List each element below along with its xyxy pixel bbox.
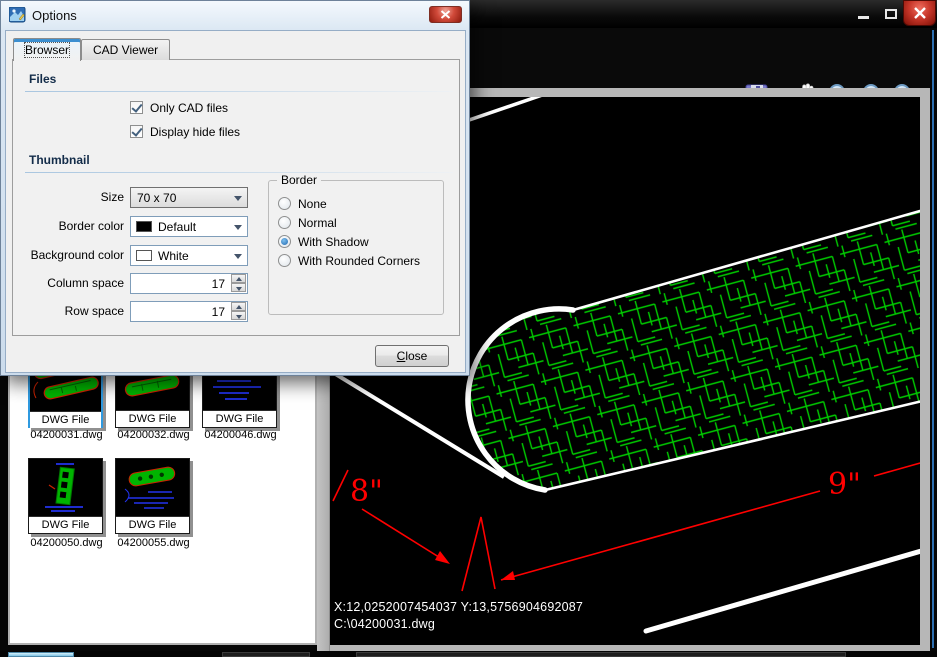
dialog-title: Options xyxy=(32,8,77,23)
dialog-tabs: Browser CAD Viewer xyxy=(13,37,170,60)
chevron-down-icon xyxy=(234,254,242,259)
dialog-body: Browser CAD Viewer Files Only CAD files … xyxy=(5,30,466,373)
spin-up-icon[interactable] xyxy=(231,274,246,283)
chevron-down-icon xyxy=(234,196,242,201)
tab-browser[interactable]: Browser xyxy=(13,38,81,61)
maximize-button[interactable] xyxy=(877,4,904,23)
dialog-close-button[interactable] xyxy=(429,6,462,23)
thumbnail-section-header: Thumbnail xyxy=(29,153,90,167)
border-group-title: Border xyxy=(277,173,321,187)
filename-label[interactable]: 04200050.dwg xyxy=(23,537,110,549)
border-normal-radio[interactable] xyxy=(278,216,291,229)
thumbnail-image xyxy=(116,459,189,516)
dimension-label-8: 8" xyxy=(350,474,383,509)
options-dialog-icon xyxy=(9,7,26,23)
border-rounded-corners-label: With Rounded Corners xyxy=(298,254,420,268)
spin-down-icon[interactable] xyxy=(231,283,246,292)
taskbar-start-button[interactable] xyxy=(8,652,74,657)
border-groupbox: Border None Normal With Shadow With Roun… xyxy=(268,180,444,315)
column-space-stepper[interactable]: 17 xyxy=(130,273,248,294)
only-cad-files-checkbox[interactable] xyxy=(130,101,143,114)
taskbar-sliver xyxy=(0,651,937,657)
border-with-shadow-radio[interactable] xyxy=(278,235,291,248)
files-section-header: Files xyxy=(29,72,56,86)
filename-label[interactable]: 04200032.dwg xyxy=(110,429,197,441)
thumbnail-image xyxy=(29,459,102,516)
only-cad-files-label: Only CAD files xyxy=(150,101,228,115)
size-combobox[interactable]: 70 x 70 xyxy=(130,187,248,208)
thumbnail-04200050[interactable]: DWG File xyxy=(28,458,103,534)
close-button[interactable]: Close xyxy=(375,345,449,367)
maximize-icon xyxy=(885,9,897,19)
row-space-label: Row space xyxy=(13,301,124,322)
browser-tab-page: Files Only CAD files Display hide files … xyxy=(12,59,460,336)
status-coordinates: X:12,0252007454037 Y:13,5756904692087 xyxy=(334,600,583,614)
border-none-radio[interactable] xyxy=(278,197,291,210)
row-space-stepper[interactable]: 17 xyxy=(130,301,248,322)
options-dialog: Options Browser CAD Viewer Files Only CA… xyxy=(0,0,470,376)
border-with-shadow-label: With Shadow xyxy=(298,235,369,249)
dimension-label-9: 9" xyxy=(828,467,861,502)
border-rounded-corners-radio[interactable] xyxy=(278,254,291,267)
section-divider xyxy=(25,91,453,92)
background-color-label: Background color xyxy=(13,245,124,266)
chevron-down-icon xyxy=(234,225,242,230)
thumbnail-04200055[interactable]: DWG File xyxy=(115,458,190,534)
close-icon xyxy=(913,7,927,19)
thumbnail-type-label: DWG File xyxy=(203,410,276,427)
spin-down-icon[interactable] xyxy=(231,311,246,320)
border-normal-label: Normal xyxy=(298,216,337,230)
thumbnail-type-label: DWG File xyxy=(30,411,101,428)
taskbar-button[interactable] xyxy=(356,652,846,657)
spin-up-icon[interactable] xyxy=(231,302,246,311)
border-color-swatch xyxy=(136,221,152,232)
taskbar-button[interactable] xyxy=(222,652,310,657)
tab-cad-viewer[interactable]: CAD Viewer xyxy=(81,39,170,60)
minimize-button[interactable] xyxy=(850,4,877,23)
display-hide-files-label: Display hide files xyxy=(150,125,240,139)
window-edge xyxy=(932,30,934,648)
dialog-titlebar[interactable]: Options xyxy=(1,1,469,29)
close-window-button[interactable] xyxy=(903,0,936,26)
thumbnail-type-label: DWG File xyxy=(29,516,102,533)
close-icon xyxy=(440,10,451,19)
border-none-label: None xyxy=(298,197,327,211)
column-space-label: Column space xyxy=(13,273,124,294)
filename-label[interactable]: 04200046.dwg xyxy=(197,429,284,441)
minimize-icon xyxy=(858,16,869,19)
thumbnail-type-label: DWG File xyxy=(116,516,189,533)
background-color-swatch xyxy=(136,250,152,261)
filename-label[interactable]: 04200055.dwg xyxy=(110,537,197,549)
thumbnail-type-label: DWG File xyxy=(116,410,189,427)
filename-label[interactable]: 04200031.dwg xyxy=(23,429,110,441)
border-color-label: Border color xyxy=(13,216,124,237)
status-file-path: C:\04200031.dwg xyxy=(334,617,435,631)
display-hide-files-checkbox[interactable] xyxy=(130,125,143,138)
background-color-combobox[interactable]: White xyxy=(130,245,248,266)
border-color-combobox[interactable]: Default xyxy=(130,216,248,237)
section-divider xyxy=(25,172,453,173)
size-label: Size xyxy=(13,187,124,208)
